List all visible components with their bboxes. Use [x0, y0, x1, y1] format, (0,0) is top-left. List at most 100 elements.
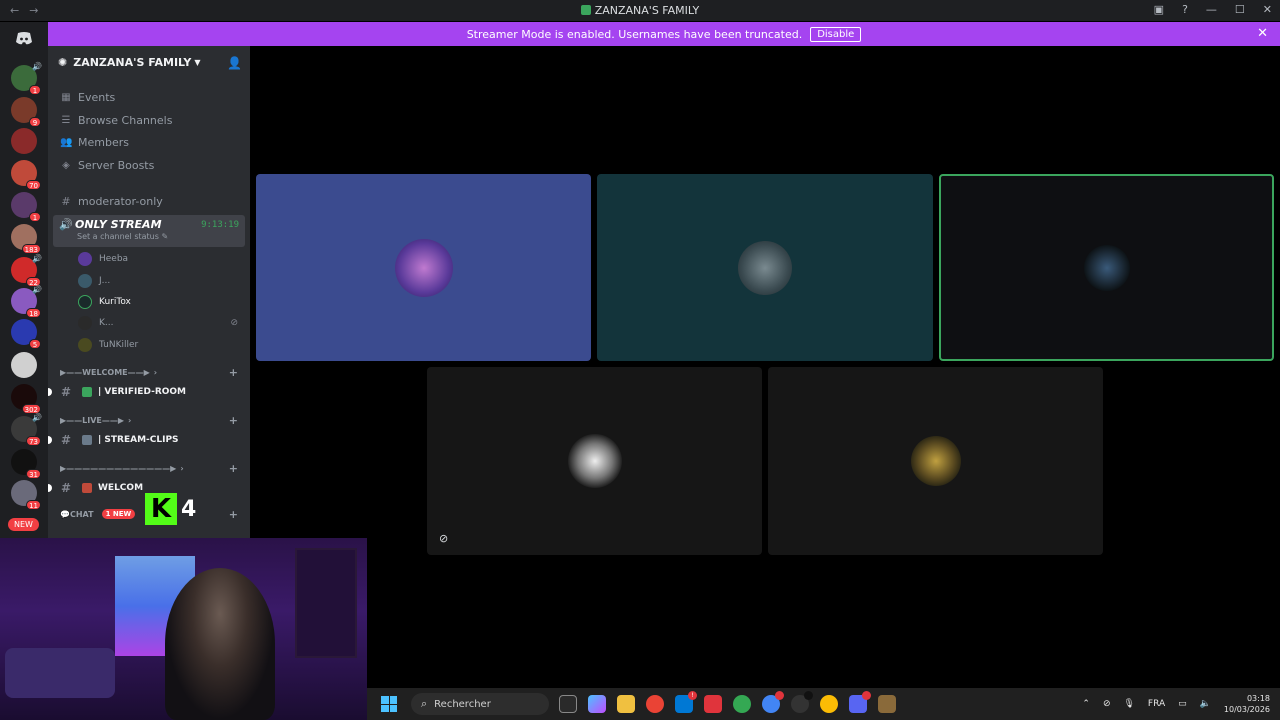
new-unreads-pill[interactable]: NEW — [8, 518, 39, 531]
task-view-icon[interactable] — [559, 695, 577, 713]
search-icon: ⌕ — [421, 697, 428, 710]
server-icon[interactable]: 🔊 18 — [11, 285, 42, 318]
server-icon[interactable]: 9 — [11, 97, 41, 127]
discord-home-button[interactable] — [11, 26, 37, 52]
server-badge-icon: ✺ — [58, 55, 68, 69]
microphone-icon[interactable]: 🎙 — [1123, 699, 1134, 709]
voice-user[interactable]: K... ⊘ — [48, 313, 250, 334]
server-header[interactable]: ✺ ZANZANA'S FAMILY ▼ 👤 — [48, 46, 250, 78]
server-icon[interactable]: 1 — [11, 192, 41, 222]
menu-item-server-boosts[interactable]: ◈ Server Boosts — [48, 154, 250, 177]
chrome-profile-icon[interactable] — [820, 695, 838, 713]
chrome-profile-icon[interactable] — [762, 691, 784, 713]
webcam-sofa — [5, 648, 115, 698]
server-icon[interactable]: 🔊 1 — [11, 62, 42, 95]
channel-moderator-only[interactable]: # moderator-only — [48, 191, 250, 213]
server-icon[interactable]: 302 — [11, 384, 41, 414]
avatar — [78, 337, 92, 352]
obs-icon[interactable] — [791, 691, 813, 713]
add-channel-icon[interactable]: + — [229, 414, 238, 427]
wps-icon[interactable] — [704, 695, 722, 713]
members-icon: 👥 — [60, 137, 73, 149]
participant-tile[interactable] — [597, 174, 933, 361]
add-channel-icon[interactable]: + — [229, 366, 238, 379]
server-icon[interactable]: 183 — [11, 224, 41, 254]
channel-sidebar: ✺ ZANZANA'S FAMILY ▼ 👤 ▦ Events ☰ Browse C… — [48, 46, 250, 540]
add-channel-icon[interactable]: + — [229, 508, 238, 521]
language-indicator[interactable]: FRA — [1148, 699, 1165, 709]
category-welcome[interactable]: ▶——WELCOME——▶ › + — [48, 363, 250, 381]
network-off-icon[interactable]: ⊘ — [1103, 699, 1111, 709]
mention-badge: 1 — [29, 85, 41, 95]
server-icon[interactable]: 11 — [11, 480, 41, 510]
participant-tile[interactable]: ⊘ — [427, 367, 762, 555]
participant-tile[interactable] — [256, 174, 591, 361]
invite-people-icon[interactable]: 👤 — [227, 56, 242, 70]
voice-channel-only-stream[interactable]: 🔊 ONLY STREAM Set a channel status ✎ 9:13… — [53, 214, 245, 247]
menu-item-events[interactable]: ▦ Events — [48, 86, 250, 109]
close-window-icon[interactable]: ✕ — [1263, 3, 1272, 16]
notification-badge — [775, 691, 784, 700]
streamer-webcam — [165, 568, 275, 720]
voice-user[interactable]: J... — [48, 270, 250, 291]
speaker-icon: 🔊 — [32, 62, 42, 71]
voice-user[interactable]: TuNKiller — [48, 334, 250, 355]
mention-badge: 9 — [29, 117, 41, 127]
taskbar-search[interactable]: ⌕ Rechercher — [411, 693, 549, 715]
minimize-icon[interactable]: — — [1206, 3, 1217, 16]
new-messages-badge[interactable]: 1 NEW — [101, 509, 136, 520]
copilot-icon[interactable] — [588, 695, 606, 713]
forward-arrow-icon[interactable]: → — [29, 4, 38, 17]
inbox-icon[interactable]: ▣ — [1154, 3, 1164, 16]
participant-tile[interactable] — [768, 367, 1103, 555]
rose-emoji-icon — [82, 483, 92, 494]
chevron-up-icon[interactable]: ⌃ — [1082, 699, 1090, 709]
streamer-mode-banner: Streamer Mode is enabled. Usernames have… — [48, 22, 1280, 46]
channel-stream-clips[interactable]: # | STREAM-CLIPS — [48, 429, 250, 451]
close-icon[interactable]: ✕ — [1257, 26, 1268, 41]
store-icon[interactable]: ! — [675, 691, 697, 713]
pencil-icon: ✎ — [161, 231, 169, 241]
channel-status[interactable]: Set a channel status ✎ — [77, 232, 239, 241]
server-icon[interactable]: 31 — [11, 449, 41, 479]
server-list: 🔊 1 9 70 1 183 🔊 22 🔊 18 5 302 🔊 73 31 11 NE… — [0, 22, 48, 540]
participant-tile-speaking[interactable] — [939, 174, 1274, 361]
category-live[interactable]: ▶——LIVE——▶ › + — [48, 411, 250, 429]
voice-user[interactable]: KuriTox — [48, 291, 250, 312]
notification-badge — [862, 691, 871, 700]
mention-badge: 5 — [29, 339, 41, 349]
server-icon[interactable] — [11, 128, 37, 154]
kick-logo-icon: K — [145, 493, 177, 525]
film-emoji-icon — [82, 435, 92, 446]
volume-icon[interactable]: 🔈 — [1200, 699, 1211, 709]
menu-item-browse-channels[interactable]: ☰ Browse Channels — [48, 109, 250, 132]
help-icon[interactable]: ? — [1182, 3, 1188, 16]
channel-verified-room[interactable]: # | VERIFIED-ROOM — [48, 381, 250, 403]
league-icon[interactable] — [878, 695, 896, 713]
category-unnamed[interactable]: ▶—————————————▶ › + — [48, 459, 250, 477]
server-icon[interactable]: 70 — [11, 160, 41, 190]
chrome-icon[interactable] — [646, 695, 664, 713]
windows-start-icon[interactable] — [381, 696, 397, 712]
system-clock[interactable]: 03:18 10/03/2026 — [1224, 693, 1270, 715]
file-explorer-icon[interactable] — [617, 695, 635, 713]
chrome-profile-icon[interactable] — [733, 695, 751, 713]
avatar — [78, 316, 92, 331]
server-icon[interactable] — [11, 352, 37, 378]
viewer-count: 4 — [181, 496, 197, 522]
server-icon[interactable]: 5 — [11, 319, 41, 349]
display-icon[interactable]: ▭ — [1178, 699, 1187, 709]
discord-taskbar-icon[interactable] — [849, 691, 871, 713]
voice-user[interactable]: Heeba — [48, 249, 250, 270]
disable-button[interactable]: Disable — [810, 26, 862, 42]
maximize-icon[interactable]: ☐ — [1235, 3, 1245, 16]
add-channel-icon[interactable]: + — [229, 462, 238, 475]
server-icon[interactable]: 🔊 22 — [11, 254, 42, 287]
server-icon[interactable]: 🔊 73 — [11, 413, 42, 446]
menu-item-members[interactable]: 👥 Members — [48, 131, 250, 154]
hash-icon: # — [60, 433, 72, 448]
back-arrow-icon[interactable]: ← — [10, 4, 19, 17]
mention-badge: 73 — [26, 436, 41, 446]
mention-badge: 11 — [26, 500, 41, 510]
calendar-icon: ▦ — [61, 91, 71, 103]
